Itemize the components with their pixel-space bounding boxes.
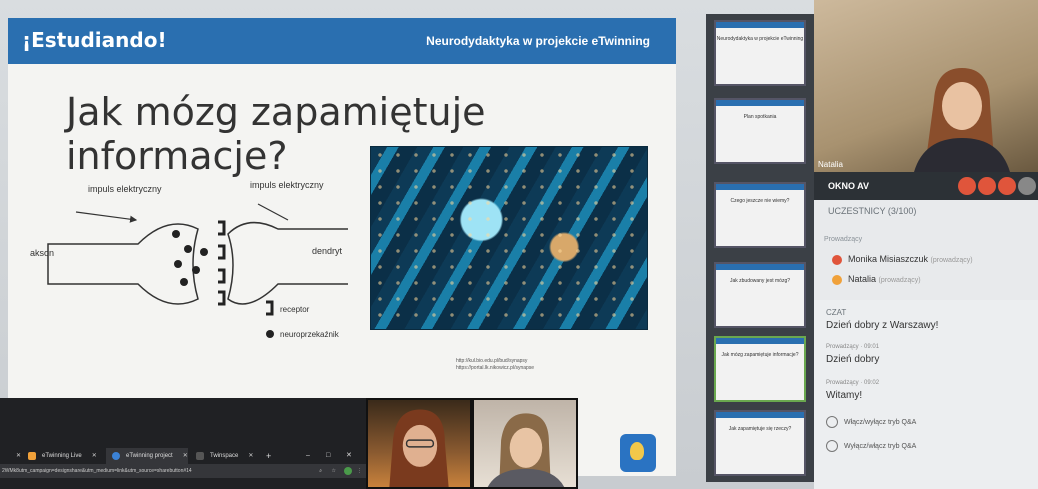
favicon-icon: [112, 452, 120, 460]
favicon-icon: [196, 452, 204, 460]
participant-video: [472, 398, 578, 489]
label-axon: akson: [30, 248, 54, 258]
address-bar[interactable]: 2WMk8utm_campaign=designshare&utm_medium…: [0, 464, 366, 478]
settings-icon[interactable]: [1018, 177, 1036, 195]
slide-subtitle: Neurodydaktyka w projekcie eTwinning: [426, 34, 650, 48]
participant-role: (prowadzący): [930, 257, 973, 264]
camera-name-label: Natalia: [818, 160, 843, 169]
chat-meta: Prowadzący · 09:02: [826, 380, 880, 386]
av-window-label: OKNO AV: [828, 181, 870, 191]
camera-toggle-icon[interactable]: [958, 177, 976, 195]
chat-header[interactable]: CZAT: [826, 308, 846, 317]
chat-section: CZAT Dzień dobry z Warszawy! Prowadzący …: [814, 300, 1038, 489]
thumbnail-title: Neurodydaktyka w projekcie eTwinning: [716, 36, 804, 42]
slide-thumbnail[interactable]: Czego jeszcze nie wiemy?: [714, 182, 806, 248]
tab-label: eTwinning Live: [42, 453, 82, 459]
url-text: 2WMk8utm_campaign=designshare&utm_medium…: [2, 468, 192, 474]
browser-tab-active[interactable]: eTwinning project ✕: [106, 448, 188, 464]
browser-tab[interactable]: eTwinning Live ✕: [22, 448, 104, 464]
microphone-toggle-icon[interactable]: [978, 177, 996, 195]
synapse-diagram: impuls elektryczny impuls elektryczny ak…: [30, 180, 348, 339]
slide-thumbnail[interactable]: Jak zbudowany jest mózg?: [714, 262, 806, 328]
participant-name: Natalia: [848, 274, 877, 284]
chat-message: Witamy!: [826, 390, 863, 401]
browser-window: ✕ eTwinning Live ✕ eTwinning project ✕ Twi…: [0, 398, 366, 489]
tab-label: eTwinning project: [126, 453, 173, 459]
image-credit: http://kul.bio.edu.pl/bud/synapsy https:…: [456, 358, 576, 372]
qa-label: Włącz/wyłącz tryb Q&A: [844, 418, 917, 426]
presenters-label: Prowadzący: [824, 236, 863, 243]
qa-toggle[interactable]: Włącz/wyłącz tryb Q&A: [826, 416, 916, 428]
browser-tab[interactable]: ✕: [0, 448, 21, 464]
favicon-icon: [28, 452, 36, 460]
thumbnail-title: Jak zapamiętuje się rzeczy?: [728, 426, 792, 432]
thumbnail-title: Plan spotkania: [743, 114, 777, 120]
slide-thumbnail-active[interactable]: Jak mózg zapamiętuje informacje?: [714, 336, 806, 402]
chat-message: Dzień dobry z Warszawy!: [826, 320, 939, 331]
slide-thumbnails: Neurodydaktyka w projekcie eTwinning Pla…: [706, 14, 814, 482]
tab-label: Twinspace: [210, 453, 239, 459]
slide-brand: ¡Estudiando!: [22, 28, 167, 52]
neurotransmitter-legend-icon: [266, 330, 274, 338]
qa-toggle[interactable]: Wyłącz/włącz tryb Q&A: [826, 440, 916, 452]
chat-message: Dzień dobry: [826, 354, 880, 365]
credit-line: http://kul.bio.edu.pl/bud/synapsy: [456, 358, 528, 364]
credit-line: https://portal.lk.nikowicz.pl/synapse: [456, 365, 535, 371]
menu-icon[interactable]: ⋮: [357, 464, 362, 478]
slide-thumbnail[interactable]: Plan spotkania: [714, 98, 806, 164]
slide-header: ¡Estudiando! Neurodydaktyka w projekcie …: [8, 18, 676, 64]
participant-item[interactable]: Natalia (prowadzący): [832, 274, 1038, 285]
participants-header[interactable]: UCZESTNICY (3/100): [828, 206, 1008, 216]
maximize-button[interactable]: □: [326, 448, 330, 464]
label-impulse-left: impuls elektryczny: [88, 184, 162, 194]
label-neurotransmitter: neuroprzekaźnik: [280, 330, 340, 339]
presenter-video: [914, 68, 1010, 172]
qa-label: Wyłącz/włącz tryb Q&A: [844, 442, 917, 450]
minimize-button[interactable]: –: [306, 448, 310, 464]
close-icon[interactable]: ✕: [248, 453, 253, 459]
close-icon[interactable]: ✕: [92, 453, 97, 459]
thumbnail-title: Jak mózg zapamiętuje informacje?: [721, 352, 799, 358]
chat-meta: Prowadzący · 09:01: [826, 344, 880, 350]
presenter-camera: Natalia: [814, 0, 1038, 172]
av-window-bar: OKNO AV: [814, 172, 1038, 200]
participant-video-feed: [389, 409, 449, 487]
avatar: [832, 254, 842, 265]
slide-thumbnail[interactable]: Jak zapamiętuje się rzeczy?: [714, 410, 806, 476]
participant-video-feed: [487, 413, 565, 487]
participant-name: Monika Misiaszczuk: [848, 254, 929, 264]
search-icon[interactable]: ⌕: [319, 464, 322, 478]
profile-avatar[interactable]: [344, 467, 352, 475]
right-panel: Natalia OKNO AV UCZESTNICY (3/100) Prowa…: [814, 0, 1038, 489]
close-window-button[interactable]: ✕: [346, 448, 352, 464]
label-impulse-right: impuls elektryczny: [250, 180, 324, 190]
star-icon[interactable]: ☆: [332, 464, 336, 478]
lightbulb-logo-icon: [620, 434, 656, 472]
slide-thumbnail[interactable]: Neurodydaktyka w projekcie eTwinning: [714, 20, 806, 86]
participant-item[interactable]: Monika Misiaszczuk (prowadzący): [832, 254, 1038, 265]
close-icon[interactable]: ✕: [16, 453, 21, 459]
neuron-photo: [370, 146, 648, 330]
screen-photo: ¡Estudiando! Neurodydaktyka w projekcie …: [0, 0, 1038, 489]
thumbnail-title: Czego jeszcze nie wiemy?: [730, 198, 790, 204]
browser-tab[interactable]: Twinspace ✕: [190, 448, 264, 464]
participant-role: (prowadzący): [878, 277, 921, 284]
thumbnail-title: Jak zbudowany jest mózg?: [729, 278, 791, 284]
screen-share-icon[interactable]: [998, 177, 1016, 195]
info-icon: [826, 416, 838, 428]
receptor-legend-icon: [266, 300, 274, 316]
new-tab-button[interactable]: +: [264, 448, 278, 464]
close-icon[interactable]: ✕: [183, 453, 188, 459]
label-receptor: receptor: [280, 305, 310, 314]
label-dendrite: dendryt: [312, 246, 343, 256]
participant-video: [366, 398, 472, 489]
info-icon: [826, 440, 838, 452]
avatar: [832, 274, 842, 285]
